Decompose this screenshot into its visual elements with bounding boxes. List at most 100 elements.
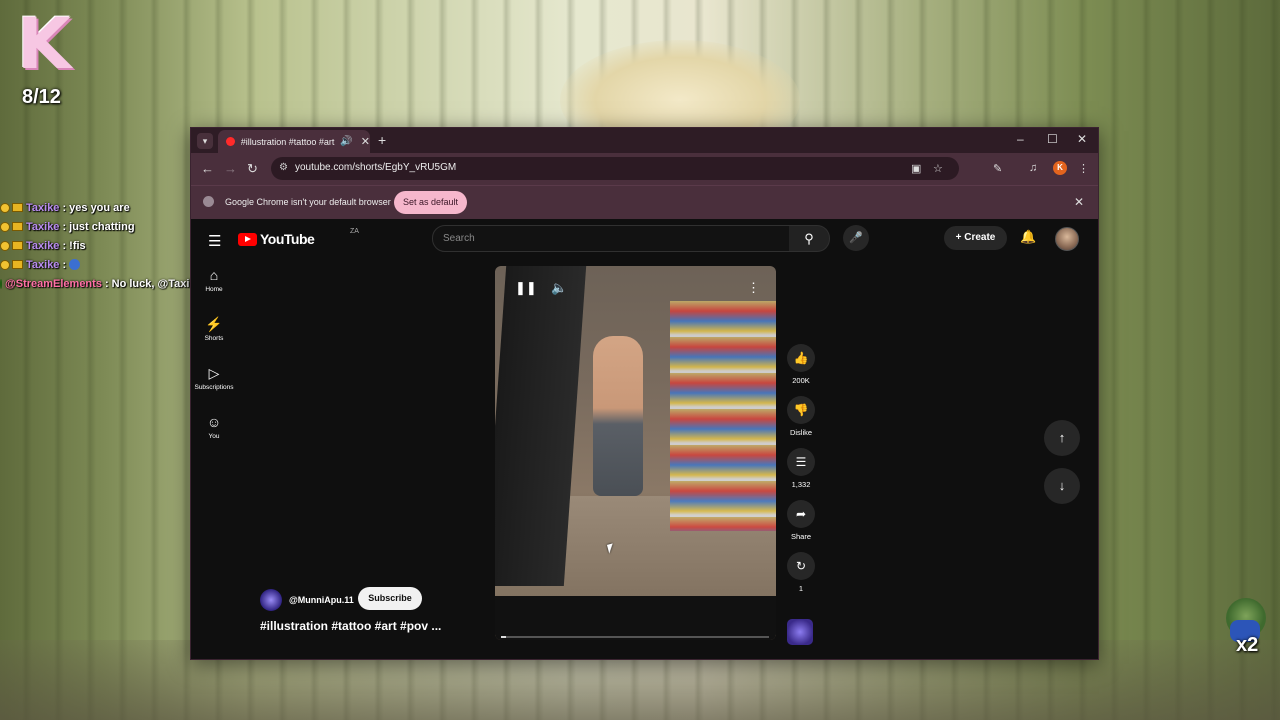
share-icon: ➦	[787, 500, 815, 528]
shorts-icon: ⚡	[205, 316, 223, 332]
back-icon[interactable]: ←	[201, 161, 214, 176]
more-options-icon[interactable]: ⋮	[747, 280, 760, 296]
youtube-page: ☰ YouTube ZA Search ⚲ 🎤 + Create 🔔 ⌂ Hom…	[191, 219, 1098, 659]
address-bar[interactable]: ⚙ youtube.com/shorts/EgbY_vRU5GM ☆ ▣	[271, 157, 959, 180]
bot-badge-icon	[0, 278, 2, 289]
creator-handle[interactable]: @MunniApu.11	[289, 595, 354, 605]
sub-badge-icon	[12, 260, 23, 269]
creator-avatar[interactable]	[260, 589, 282, 611]
next-short-arrow-down-icon[interactable]: ↓	[1044, 468, 1080, 504]
set-default-button[interactable]: Set as default	[394, 191, 467, 214]
sidebar-label: Shorts	[204, 335, 224, 342]
video-progress-fill	[501, 636, 507, 638]
minimize-icon[interactable]: –	[1017, 132, 1024, 146]
sidebar-item-home[interactable]: ⌂ Home	[191, 267, 237, 293]
badge-icon	[0, 202, 10, 213]
subscriptions-icon: ▷	[208, 365, 220, 381]
video-progress-bar[interactable]	[501, 636, 769, 638]
share-label: Share	[790, 532, 811, 541]
previous-short-arrow-up-icon[interactable]: ↑	[1044, 420, 1080, 456]
extensions-icon[interactable]: ✎	[993, 162, 1002, 175]
bookmark-star-icon[interactable]: ☆	[933, 162, 943, 175]
like-button[interactable]: 👍 200K	[780, 344, 822, 385]
sub-badge-icon	[12, 203, 23, 212]
notifications-bell-icon[interactable]: 🔔	[1020, 229, 1036, 245]
microphone-icon[interactable]: 🎤	[843, 225, 869, 251]
search-input[interactable]: Search	[432, 225, 791, 252]
youtube-play-icon	[238, 232, 257, 246]
menu-kebab-icon[interactable]: ⋮	[1078, 162, 1089, 175]
region-code: ZA	[350, 228, 359, 235]
sidebar-label: Home	[205, 286, 223, 293]
profile-icon[interactable]: K	[1053, 161, 1067, 175]
chat-message: Taxike :	[0, 255, 200, 274]
youtube-logo[interactable]: YouTube ZA	[238, 228, 359, 247]
install-app-icon[interactable]: ▣	[911, 162, 921, 175]
hamburger-menu-icon[interactable]: ☰	[208, 232, 221, 250]
like-count: 200K	[792, 376, 810, 385]
url-text: youtube.com/shorts/EgbY_vRU5GM	[295, 162, 457, 173]
volume-icon[interactable]: 🔈	[551, 280, 567, 296]
search-placeholder: Search	[443, 233, 475, 244]
maximize-icon[interactable]: ☐	[1047, 132, 1058, 146]
close-tab-icon[interactable]: ✕	[361, 135, 370, 148]
emote-multiplier: x2	[1236, 634, 1259, 656]
comment-count: 1,332	[791, 480, 811, 489]
close-infobar-icon[interactable]: ✕	[1074, 195, 1084, 209]
remix-icon: ↻	[787, 552, 815, 580]
search-icon[interactable]: ⚲	[789, 225, 830, 252]
badge-icon	[0, 259, 10, 270]
tab-bar: ▾ #illustration #tattoo #art #pov 🔊 ✕ + …	[191, 128, 1098, 153]
sidebar-item-shorts[interactable]: ⚡ Shorts	[191, 316, 237, 342]
sidebar-item-subscriptions[interactable]: ▷ Subscriptions	[191, 365, 237, 391]
chat-username: Taxike	[26, 201, 60, 214]
sidebar-label: Subscriptions	[194, 384, 234, 391]
dislike-label: Dislike	[789, 428, 813, 437]
new-tab-icon[interactable]: +	[378, 132, 386, 148]
active-tab[interactable]: #illustration #tattoo #art #pov 🔊 ✕	[218, 130, 370, 153]
comments-button[interactable]: ☰ 1,332	[780, 448, 822, 489]
create-label: Create	[964, 232, 996, 243]
share-button[interactable]: ➦ Share	[780, 500, 822, 541]
video-counter	[495, 596, 776, 640]
remix-button[interactable]: ↻ 1	[780, 552, 822, 593]
chat-username: @StreamElements	[5, 277, 102, 290]
video-person	[593, 336, 643, 496]
chat-username: Taxike	[26, 220, 60, 233]
browser-toolbar: ← → ↻ ⚙ youtube.com/shorts/EgbY_vRU5GM ☆…	[191, 153, 1098, 185]
browser-window: ▾ #illustration #tattoo #art #pov 🔊 ✕ + …	[190, 127, 1099, 660]
account-avatar[interactable]	[1055, 227, 1079, 251]
thumbs-up-icon: 👍	[787, 344, 815, 372]
reload-icon[interactable]: ↻	[247, 161, 258, 177]
pause-icon[interactable]: ❚❚	[515, 280, 537, 296]
site-info-icon[interactable]: ⚙	[279, 162, 288, 173]
chat-message: @StreamElements : No luck, @Taxike	[0, 274, 202, 293]
youtube-favicon-icon	[226, 137, 235, 146]
chat-text: : just chatting	[62, 220, 135, 233]
chat-message: Taxike : yes you are	[0, 198, 200, 217]
goal-counter: 8/12	[22, 86, 61, 108]
audio-icon[interactable]: 🔊	[340, 136, 352, 147]
forward-icon[interactable]: →	[224, 161, 237, 176]
chat-username: Taxike	[26, 258, 60, 271]
subscribe-button[interactable]: Subscribe	[358, 587, 422, 610]
default-browser-infobar: Google Chrome isn't your default browser…	[191, 185, 1098, 220]
sidebar-item-you[interactable]: ☺ You	[191, 414, 237, 440]
badge-icon	[0, 240, 10, 251]
comment-icon: ☰	[787, 448, 815, 476]
sub-badge-icon	[12, 241, 23, 250]
tab-search-icon[interactable]: ▾	[197, 133, 213, 149]
sound-thumbnail[interactable]	[787, 619, 813, 645]
badge-icon	[0, 221, 10, 232]
shorts-video-player[interactable]: ❚❚ 🔈 ⋮	[495, 266, 776, 640]
shorts-title[interactable]: #illustration #tattoo #art #pov ...	[260, 619, 441, 633]
create-button[interactable]: + Create	[944, 226, 1007, 250]
media-controls-icon[interactable]: ♫	[1029, 162, 1037, 174]
infobar-text: Google Chrome isn't your default browser	[225, 197, 391, 207]
sub-badge-icon	[12, 222, 23, 231]
dislike-button[interactable]: 👎 Dislike	[780, 396, 822, 437]
emote-icon	[69, 259, 81, 270]
close-window-icon[interactable]: ✕	[1077, 132, 1087, 146]
sidebar-label: You	[208, 433, 220, 440]
k-logo: K	[16, 3, 72, 85]
